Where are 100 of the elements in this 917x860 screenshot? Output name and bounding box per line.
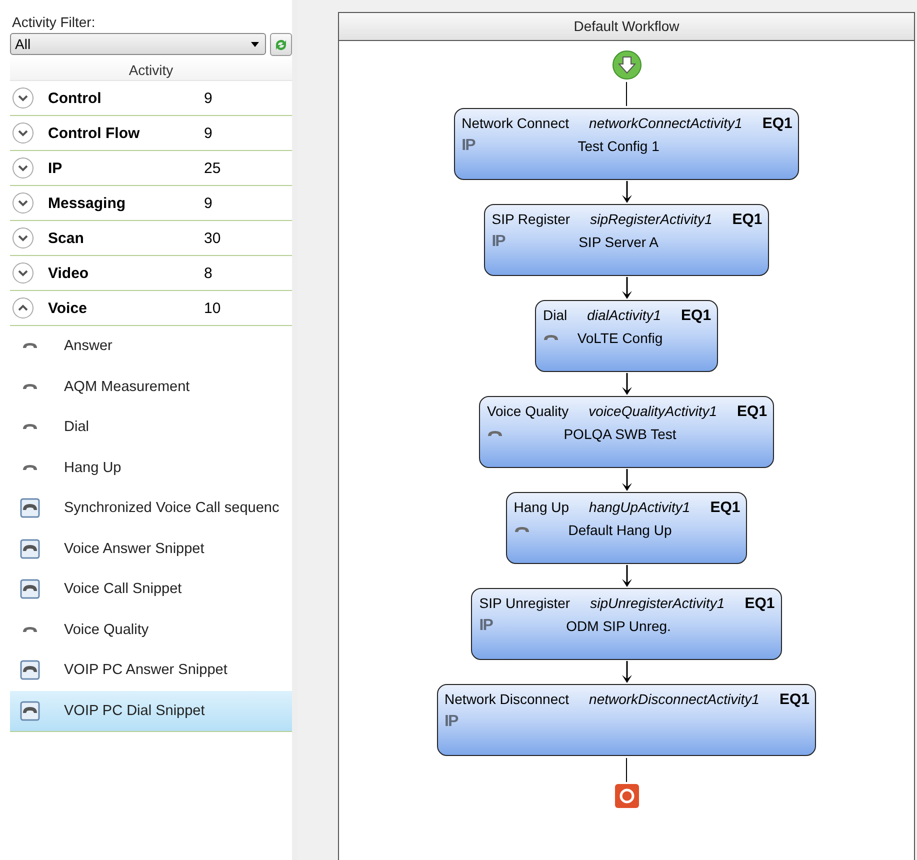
activity-id: sipRegisterActivity1 xyxy=(590,211,712,228)
config-name: Test Config 1 xyxy=(576,138,660,154)
activity-node[interactable]: SIP Register sipRegisterActivity1 EQ1 IP SIP Server A xyxy=(484,204,770,276)
ip-label: IP xyxy=(479,617,492,635)
category-name: Control Flow xyxy=(48,124,141,142)
phone-icon xyxy=(542,334,559,342)
workflow-title: Default Workflow xyxy=(339,13,914,41)
activity-node[interactable]: Network Disconnect networkDisconnectActivity1 EQ1 IP xyxy=(436,684,816,756)
ip-label: IP xyxy=(462,137,475,155)
config-name: POLQA SWB Test xyxy=(562,426,678,442)
category-row[interactable]: Video 8 xyxy=(10,256,292,291)
activity-node[interactable]: Hang Up hangUpActivity1 EQ1 Default Hang Up xyxy=(506,492,748,564)
phone-icon xyxy=(486,430,503,438)
expand-icon[interactable] xyxy=(12,157,34,179)
activity-name: Dial xyxy=(542,307,568,324)
activity-name: Network Connect xyxy=(462,115,570,132)
activity-item[interactable]: Voice Answer Snippet xyxy=(10,528,292,569)
category-row[interactable]: Voice 10 xyxy=(10,291,292,326)
category-row[interactable]: Control 9 xyxy=(10,81,292,116)
activity-item[interactable]: Voice Quality xyxy=(10,610,292,650)
equipment-label: EQ1 xyxy=(779,691,810,708)
expand-icon[interactable] xyxy=(12,122,34,144)
activity-item[interactable]: Dial xyxy=(10,407,292,448)
activity-id: networkDisconnectActivity1 xyxy=(589,691,760,708)
category-row[interactable]: Control Flow 9 xyxy=(10,116,292,151)
category-name: Control xyxy=(48,90,102,106)
activity-item[interactable]: VOIP PC Answer Snippet xyxy=(10,650,292,690)
config-name: SIP Server A xyxy=(578,234,660,250)
phone-icon xyxy=(514,526,530,534)
collapse-icon[interactable] xyxy=(12,297,34,319)
activity-name: Network Disconnect xyxy=(444,691,570,708)
category-count: 30 xyxy=(204,230,221,246)
activity-node[interactable]: Voice Quality voiceQualityActivity1 EQ1 POLQA SWB Test xyxy=(478,396,774,468)
category-name: Voice xyxy=(48,300,88,316)
equipment-label: EQ1 xyxy=(681,307,712,324)
phone-icon xyxy=(22,464,38,472)
activity-node[interactable]: Dial dialActivity1 EQ1 VoLTE Config xyxy=(534,300,718,372)
refresh-button[interactable] xyxy=(270,33,292,56)
start-icon[interactable] xyxy=(612,50,642,80)
connector-arrow xyxy=(620,276,632,300)
equipment-label: EQ1 xyxy=(762,115,792,132)
connector-arrow xyxy=(620,372,632,396)
config-name: VoLTE Config xyxy=(576,330,664,346)
snippet-phone-icon xyxy=(20,660,40,680)
activity-id: voiceQualityActivity1 xyxy=(588,403,718,420)
stop-icon[interactable] xyxy=(614,784,638,808)
activity-item[interactable]: Voice Call Snippet xyxy=(10,569,292,610)
category-count: 9 xyxy=(204,124,212,142)
activity-id: dialActivity1 xyxy=(587,307,662,324)
equipment-label: EQ1 xyxy=(744,595,775,612)
expand-icon[interactable] xyxy=(12,227,34,249)
connector-arrow xyxy=(620,468,632,492)
activity-item[interactable]: Hang Up xyxy=(10,448,292,488)
connector-arrow xyxy=(620,660,632,684)
category-count: 8 xyxy=(204,264,212,282)
snippet-phone-icon xyxy=(20,498,40,518)
phone-icon xyxy=(22,342,38,350)
activity-item[interactable]: Synchronized Voice Call sequenc xyxy=(10,488,292,528)
category-row[interactable]: Messaging 9 xyxy=(10,186,292,221)
activity-id: sipUnregisterActivity1 xyxy=(590,595,725,612)
phone-icon xyxy=(22,626,38,634)
activity-name: Hang Up xyxy=(514,499,570,516)
category-count: 9 xyxy=(204,194,212,212)
phone-icon xyxy=(22,382,38,391)
activity-node[interactable]: SIP Unregister sipUnregisterActivity1 EQ1 IP ODM SIP Unreg. xyxy=(471,588,782,660)
category-row[interactable]: Scan 30 xyxy=(10,221,292,256)
filter-dropdown[interactable]: All xyxy=(10,33,266,55)
category-name: Messaging xyxy=(48,194,127,212)
category-count: 9 xyxy=(204,90,212,106)
category-row[interactable]: IP 25 xyxy=(10,151,292,186)
activity-item[interactable]: Answer xyxy=(10,326,292,366)
activity-id: networkConnectActivity1 xyxy=(589,115,742,132)
activity-id: hangUpActivity1 xyxy=(589,499,690,516)
activity-item[interactable]: VOIP PC Dial Snippet xyxy=(10,690,292,732)
config-name: Default Hang Up xyxy=(567,522,673,538)
activity-node[interactable]: Network Connect networkConnectActivity1 EQ1 IP Test Config 1 xyxy=(454,108,800,180)
expand-icon[interactable] xyxy=(12,87,34,109)
category-name: IP xyxy=(48,160,64,176)
connector-arrow xyxy=(620,180,632,204)
connector-arrow xyxy=(620,564,632,588)
refresh-icon xyxy=(274,38,288,52)
equipment-label: EQ1 xyxy=(737,403,768,420)
caret-icon xyxy=(251,42,259,46)
ip-label: IP xyxy=(444,713,458,731)
snippet-phone-icon xyxy=(20,700,40,721)
category-count: 25 xyxy=(204,160,221,176)
snippet-phone-icon xyxy=(20,538,40,559)
activity-name: Voice Quality xyxy=(486,403,569,420)
phone-icon xyxy=(22,423,38,432)
expand-icon[interactable] xyxy=(12,192,34,214)
category-name: Video xyxy=(48,264,90,282)
category-count: 10 xyxy=(204,300,221,316)
snippet-phone-icon xyxy=(20,579,40,600)
filter-label: Activity Filter: xyxy=(12,14,96,30)
config-name: ODM SIP Unreg. xyxy=(565,618,672,634)
activity-name: SIP Unregister xyxy=(479,595,570,612)
category-name: Scan xyxy=(48,230,85,246)
activity-item[interactable]: AQM Measurement xyxy=(10,366,292,407)
expand-icon[interactable] xyxy=(12,262,34,284)
equipment-label: EQ1 xyxy=(710,499,740,516)
